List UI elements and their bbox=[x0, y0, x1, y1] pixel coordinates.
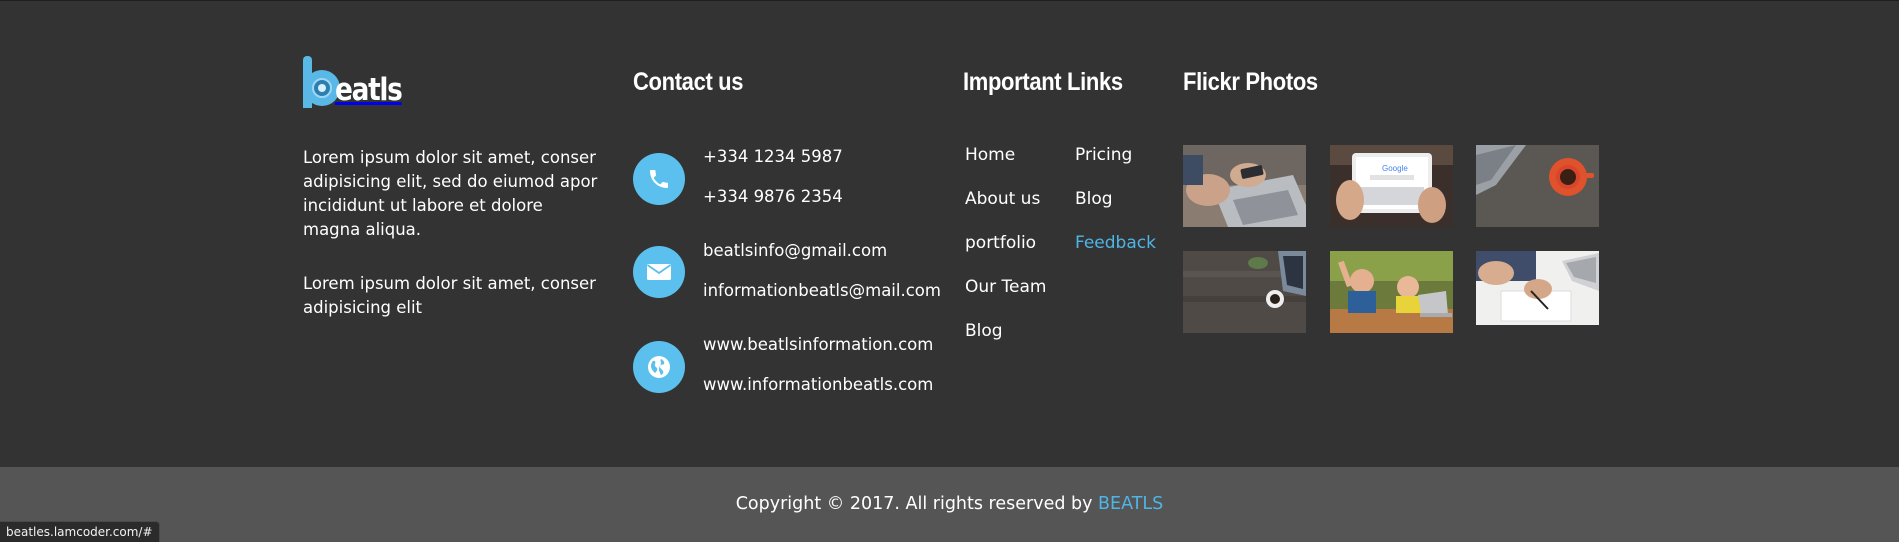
copyright-text: Copyright © 2017. All rights reserved by… bbox=[0, 493, 1899, 515]
about-paragraph: Lorem ipsum dolor sit amet, conser adipi… bbox=[303, 148, 598, 239]
laptop-and-phone-photo[interactable] bbox=[1183, 145, 1306, 227]
globe-icon bbox=[633, 341, 685, 393]
website-link[interactable]: www.beatlsinformation.com bbox=[703, 335, 933, 355]
footer-link-blog[interactable]: Blog bbox=[965, 321, 1003, 341]
footer-link-feedback[interactable]: Feedback bbox=[1075, 233, 1156, 253]
desk-with-laptop-and-cup-photo[interactable] bbox=[1183, 251, 1306, 333]
footer-link-home[interactable]: Home bbox=[965, 145, 1015, 165]
logo-b-mark-icon bbox=[303, 56, 340, 108]
website-link[interactable]: www.informationbeatls.com bbox=[703, 375, 933, 395]
kids-cheering-at-laptop-photo[interactable] bbox=[1330, 251, 1453, 333]
footer-link-blog[interactable]: Blog bbox=[1075, 189, 1113, 209]
email-address[interactable]: beatlsinfo@gmail.com bbox=[703, 241, 887, 261]
envelope-icon bbox=[633, 246, 685, 298]
footer-link-about-us[interactable]: About us bbox=[965, 189, 1040, 209]
important-links-heading: Important Links bbox=[963, 68, 1123, 96]
footer-link-our-team[interactable]: Our Team bbox=[965, 277, 1046, 297]
email-address[interactable]: informationbeatls@mail.com bbox=[703, 281, 941, 301]
logo-text: eatls bbox=[334, 72, 403, 108]
phone-number: +334 9876 2354 bbox=[703, 187, 843, 206]
footer-link-pricing[interactable]: Pricing bbox=[1075, 145, 1132, 165]
site-footer bbox=[0, 1, 1899, 467]
tablet-google-search-photo[interactable]: Google bbox=[1330, 145, 1453, 227]
flickr-heading: Flickr Photos bbox=[1183, 68, 1318, 96]
person-writing-notes-photo[interactable] bbox=[1476, 251, 1599, 325]
copyright-bar: Copyright © 2017. All rights reserved by… bbox=[0, 467, 1899, 542]
copyright-label: Copyright © 2017. All rights reserved by bbox=[735, 494, 1099, 514]
laptop-and-coffee-photo[interactable] bbox=[1476, 145, 1599, 227]
contact-heading: Contact us bbox=[633, 68, 744, 96]
page: eatls Lorem ipsum dolor sit amet, conser… bbox=[0, 0, 1899, 542]
svg-text:Google: Google bbox=[1382, 164, 1408, 173]
footer-link-portfolio[interactable]: portfolio bbox=[965, 233, 1036, 253]
brand-logo[interactable]: eatls bbox=[303, 54, 413, 108]
about-paragraph: Lorem ipsum dolor sit amet, conser adipi… bbox=[303, 274, 596, 317]
phone-number: +334 1234 5987 bbox=[703, 147, 843, 166]
copyright-brand-link[interactable]: BEATLS bbox=[1098, 494, 1163, 514]
browser-status-url: beatles.lamcoder.com/# bbox=[0, 521, 160, 542]
phone-icon bbox=[633, 153, 685, 205]
